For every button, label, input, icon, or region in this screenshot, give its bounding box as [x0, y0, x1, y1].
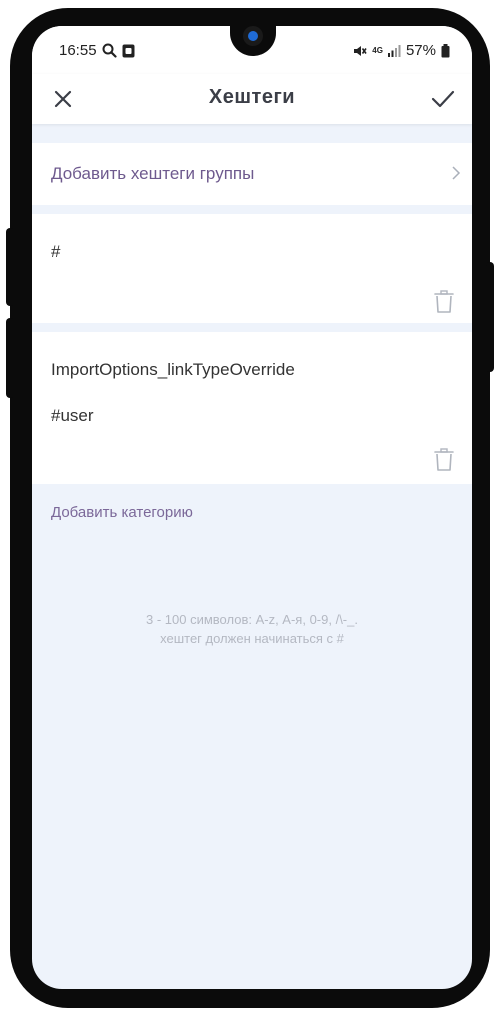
battery-icon: [441, 43, 450, 57]
page-title: Хештеги: [208, 86, 296, 108]
side-button: [486, 262, 494, 372]
search-icon: [102, 43, 117, 58]
status-time: 16:55: [59, 42, 97, 59]
check-icon[interactable]: [430, 86, 456, 112]
trash-icon[interactable]: [433, 448, 455, 472]
category-name-input[interactable]: ImportOptions_linkTypeOverride: [51, 360, 295, 380]
app-header: Хештеги: [32, 74, 472, 124]
hint-line-2: хештег должен начинаться с #: [160, 631, 344, 646]
hashtag-input[interactable]: #user: [51, 406, 94, 426]
hashtag-category-card: ImportOptions_linkTypeOverride #user: [32, 332, 472, 484]
power-button: [6, 318, 14, 398]
screen: 16:55 4G 57% Хештеги Добавить хештеги гр…: [32, 26, 472, 989]
volume-button: [6, 228, 14, 306]
add-group-hashtags-label: Добавить хештеги группы: [51, 164, 255, 183]
trash-icon[interactable]: [433, 290, 455, 314]
add-group-hashtags-row[interactable]: Добавить хештеги группы: [32, 143, 472, 205]
hashtag-input[interactable]: #: [51, 242, 60, 262]
add-category-link[interactable]: Добавить категорию: [51, 504, 193, 521]
gallery-icon: [122, 44, 135, 57]
hint-line-1: 3 - 100 символов: A-z, А-я, 0-9, /\-_.: [146, 612, 358, 627]
signal-icon: [387, 45, 401, 57]
front-camera-notch: [230, 8, 276, 56]
mute-icon: [354, 45, 367, 56]
network-type: 4G: [372, 45, 383, 55]
battery-percent: 57%: [405, 42, 436, 59]
hashtag-category-card: #: [32, 214, 472, 323]
chevron-right-icon: [452, 166, 461, 180]
camera-icon: [243, 26, 263, 46]
